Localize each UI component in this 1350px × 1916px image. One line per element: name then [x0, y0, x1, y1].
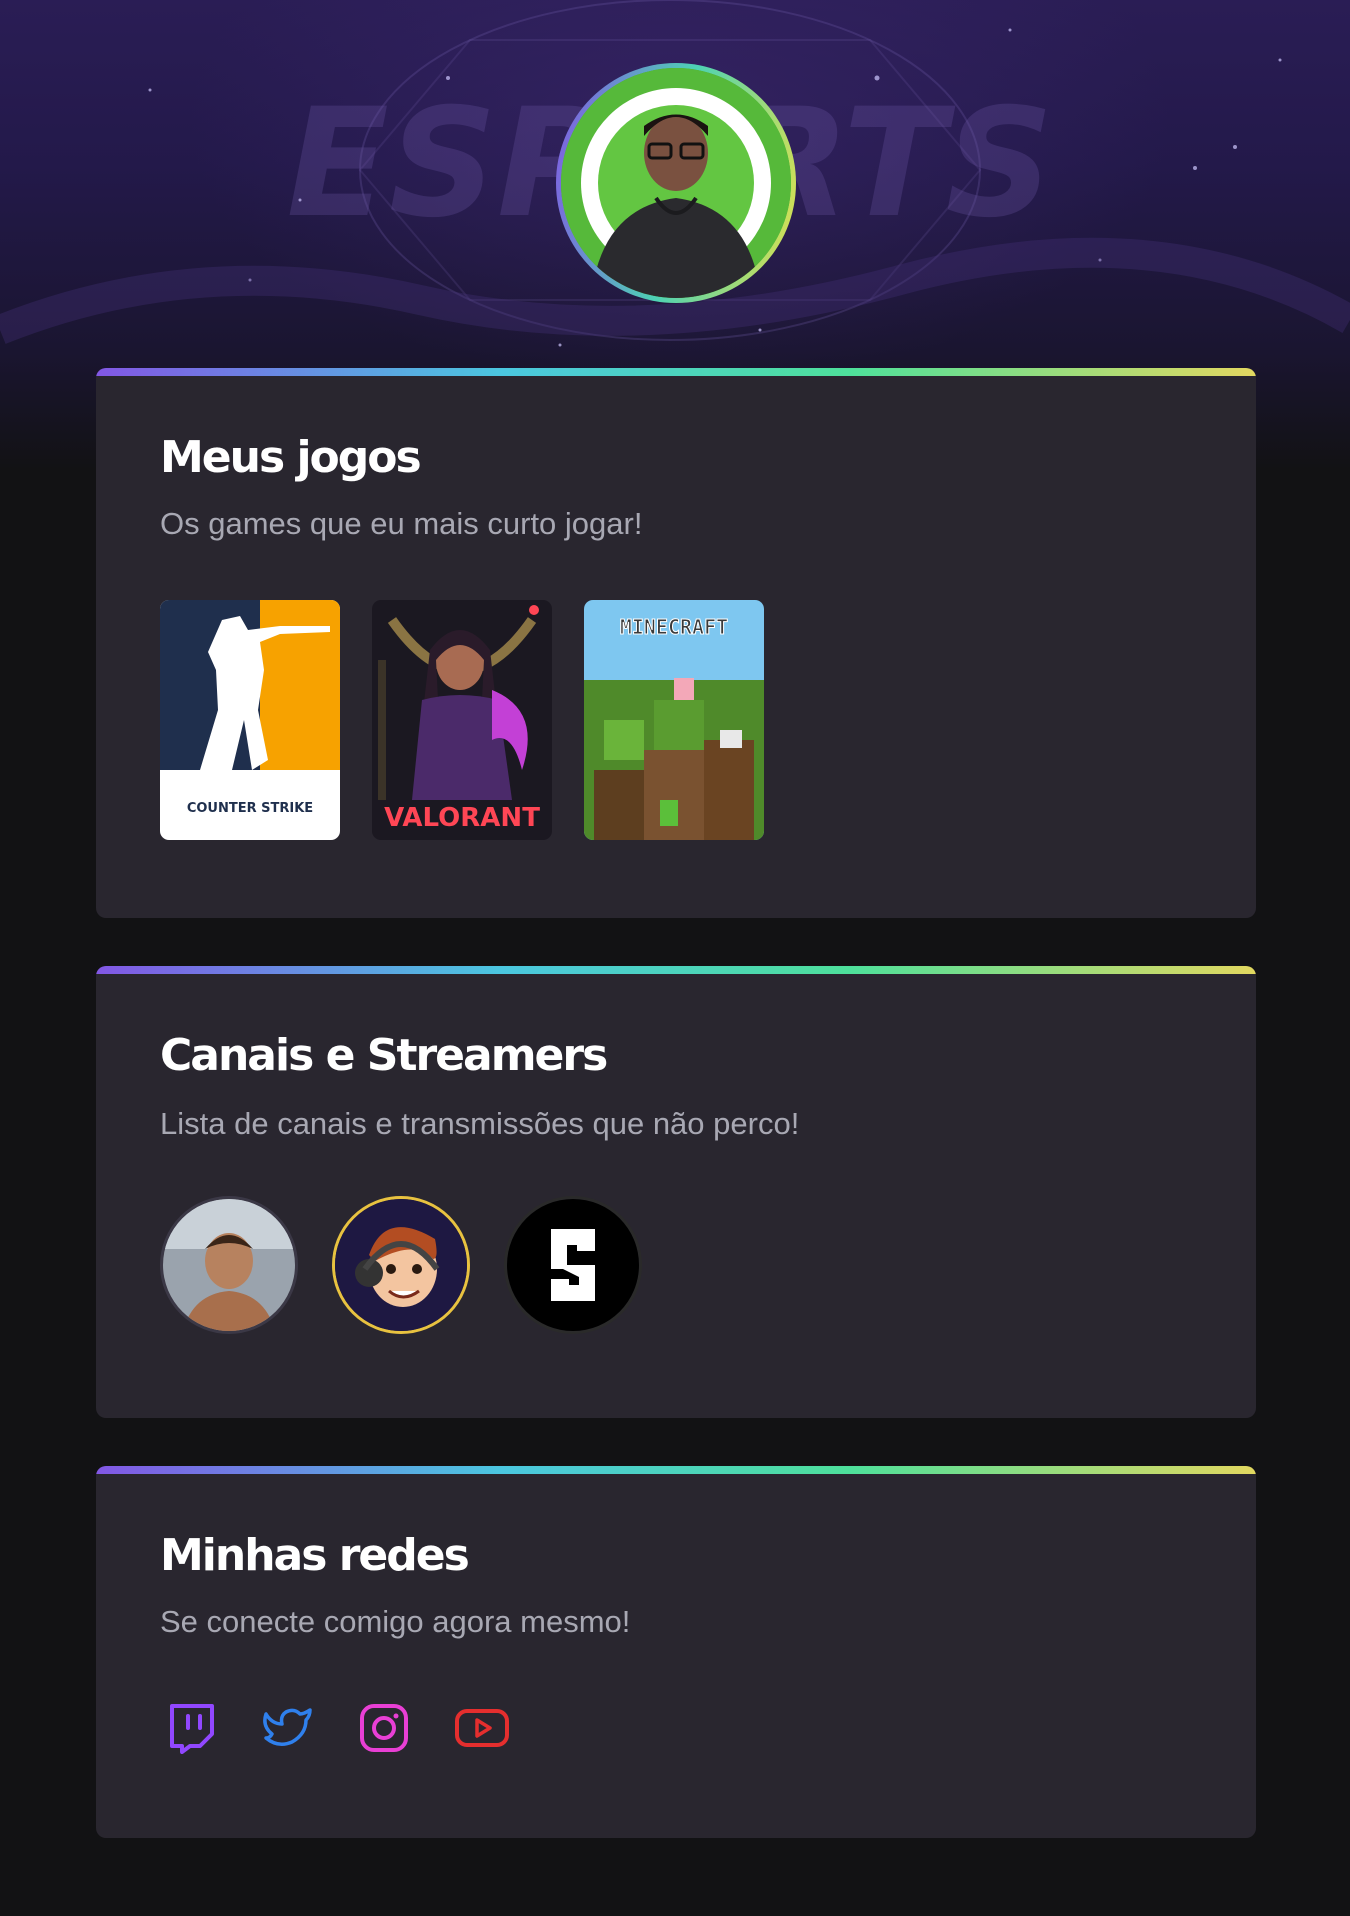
youtube-link[interactable]	[454, 1702, 509, 1754]
instagram-link[interactable]	[358, 1702, 410, 1754]
avatar-photo	[561, 68, 791, 298]
svg-text:MINECRAFT: MINECRAFT	[620, 615, 728, 639]
games-title: Meus jogos	[160, 432, 422, 483]
games-card: Meus jogos Os games que eu mais curto jo…	[96, 368, 1256, 918]
games-list: COUNTER STRIKE VALORANT MINECRAFT	[160, 600, 764, 840]
socials-card: Minhas redes Se conecte comigo agora mes…	[96, 1466, 1256, 1838]
twitch-icon	[170, 1704, 214, 1754]
games-subtitle: Os games que eu mais curto jogar!	[160, 506, 643, 541]
streamer-avatar-3[interactable]	[504, 1196, 642, 1334]
game-csgo[interactable]: COUNTER STRIKE	[160, 600, 340, 840]
profile-avatar	[556, 63, 796, 303]
streamers-subtitle: Lista de canais e transmissões que não p…	[160, 1106, 800, 1141]
twitch-link[interactable]	[166, 1702, 218, 1754]
minecraft-cover: MINECRAFT	[584, 600, 764, 840]
streamers-list	[160, 1196, 642, 1334]
socials-list	[166, 1702, 509, 1754]
streamers-card: Canais e Streamers Lista de canais e tra…	[96, 966, 1256, 1418]
game-valorant[interactable]: VALORANT	[372, 600, 552, 840]
twitter-icon	[263, 1708, 312, 1746]
socials-title: Minhas redes	[160, 1530, 470, 1581]
valorant-cover: VALORANT	[372, 600, 552, 840]
instagram-icon	[360, 1704, 408, 1752]
game-minecraft[interactable]: MINECRAFT	[584, 600, 764, 840]
streamers-title: Canais e Streamers	[160, 1030, 608, 1081]
twitter-link[interactable]	[262, 1702, 314, 1754]
svg-text:VALORANT: VALORANT	[384, 803, 540, 833]
socials-subtitle: Se conecte comigo agora mesmo!	[160, 1604, 631, 1639]
csgo-cover: COUNTER STRIKE	[160, 600, 340, 840]
youtube-icon	[455, 1709, 509, 1747]
svg-text:COUNTER STRIKE: COUNTER STRIKE	[187, 801, 313, 816]
streamer-avatar-2[interactable]	[332, 1196, 470, 1334]
streamer-avatar-1[interactable]	[160, 1196, 298, 1334]
